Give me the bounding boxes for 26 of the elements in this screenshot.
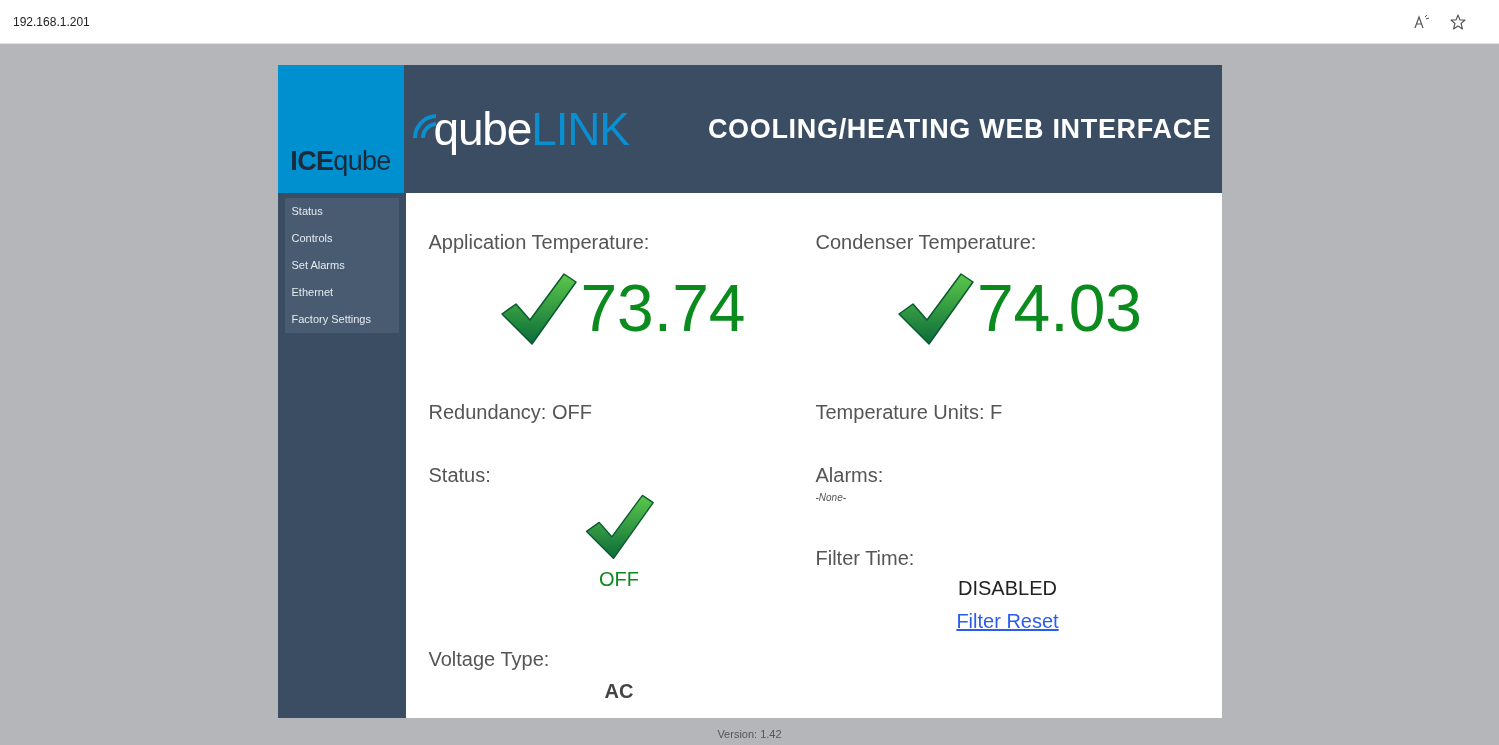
temperature-units-text: Temperature Units: F	[815, 400, 1004, 425]
voltage-type-label: Voltage Type:	[428, 647, 551, 672]
redundancy-text: Redundancy: OFF	[428, 400, 593, 425]
voltage-type-value: AC	[604, 679, 634, 704]
status-value: OFF	[599, 567, 639, 592]
read-aloud-icon[interactable]	[1414, 14, 1430, 29]
version-text: Version: 1.42	[717, 727, 782, 742]
temperature-value: 73.74	[580, 275, 746, 341]
address-bar-url[interactable]: 192.168.1.201	[13, 12, 90, 31]
sidebar-link[interactable]: Status	[284, 198, 399, 225]
sidebar-link[interactable]: Controls	[284, 225, 399, 252]
page-title: COOLING/HEATING WEB INTERFACE	[707, 112, 1212, 146]
temperature-value: 74.03	[976, 275, 1143, 341]
alarms-label: Alarms:	[815, 463, 884, 488]
sidebar-link[interactable]: Ethernet	[284, 279, 399, 306]
logo-text: ICEqube	[290, 144, 391, 178]
status-label: Status:	[428, 463, 492, 488]
filter-time-label: Filter Time:	[815, 546, 915, 571]
alarms-value: -None-	[815, 491, 847, 505]
filter-time-value: DISABLED	[958, 576, 1057, 601]
star-icon[interactable]	[1450, 13, 1466, 30]
temperature-label: Application Temperature:	[428, 230, 651, 255]
sidebar-link[interactable]: Factory Settings	[284, 306, 399, 333]
sidebar-link[interactable]: Set Alarms	[284, 252, 399, 279]
filter-reset-link[interactable]: Filter Reset	[956, 606, 1059, 636]
temperature-label: Condenser Temperature:	[815, 230, 1038, 255]
